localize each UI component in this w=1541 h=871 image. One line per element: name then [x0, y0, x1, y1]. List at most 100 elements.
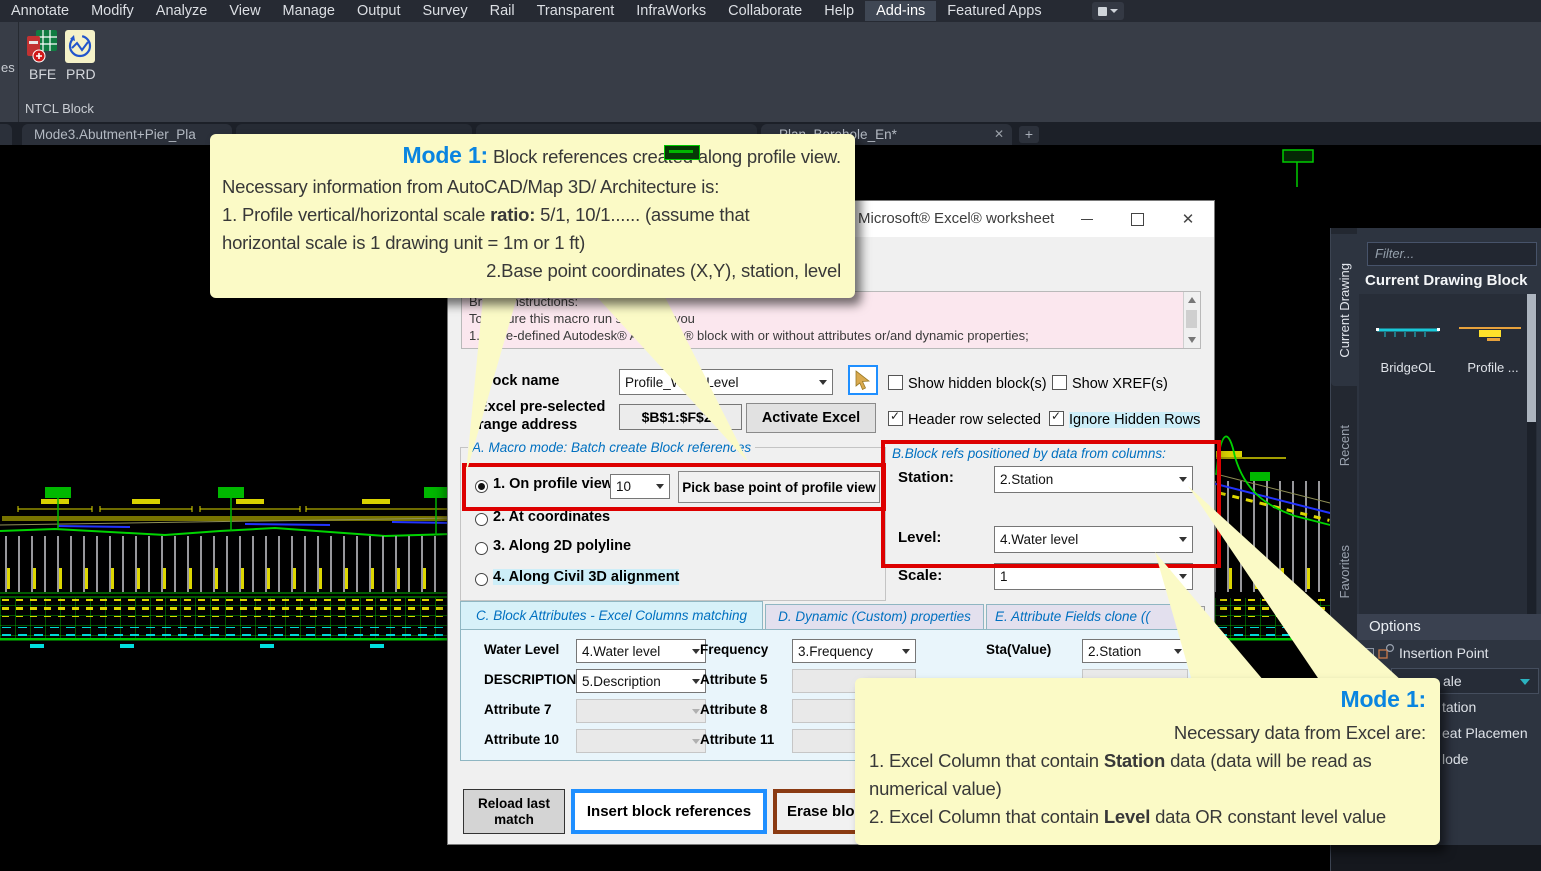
menu-bar: Annotate Modify Analyze View Manage Outp… [0, 0, 1541, 22]
attr-label: Attribute 5 [700, 672, 768, 687]
chevron-down-icon [692, 678, 700, 684]
menu-modify[interactable]: Modify [80, 1, 145, 21]
attr-label: Attribute 8 [700, 702, 768, 717]
ribbon-divider [18, 22, 19, 122]
menu-manage[interactable]: Manage [272, 1, 346, 21]
option-explode-fragment[interactable]: lode [1442, 751, 1468, 767]
tab-block-attributes[interactable]: C. Block Attributes - Excel Columns matc… [460, 601, 763, 630]
attr-label: Attribute 11 [700, 732, 775, 747]
prd-button-label[interactable]: PRD [66, 66, 96, 82]
insert-block-references-button[interactable]: Insert block references [571, 789, 767, 834]
bfe-excel-block-icon[interactable] [27, 30, 57, 63]
activate-excel-button[interactable]: Activate Excel [746, 403, 876, 433]
pick-block-on-screen-button[interactable] [848, 365, 878, 395]
radio-along-civil3d-alignment[interactable] [475, 573, 488, 586]
minimize-button[interactable] [1062, 201, 1112, 237]
close-button[interactable]: ✕ [1162, 201, 1214, 237]
instructions-scrollbar[interactable] [1183, 292, 1200, 348]
menu-analyze[interactable]: Analyze [145, 1, 219, 21]
vtab-favorites[interactable]: Favorites [1331, 520, 1357, 624]
callout-line: 1. Profile vertical/horizontal scale rat… [222, 204, 750, 225]
level-column-combo[interactable]: 4.Water level [994, 526, 1193, 553]
option-repeat-placement-fragment[interactable]: eat Placemen [1442, 725, 1528, 741]
block-name-label: Block name [478, 373, 560, 389]
tab-fragment[interactable] [0, 124, 12, 145]
tab-mode3-abutment[interactable]: Mode3.Abutment+Pier_Pla [22, 124, 232, 145]
cursor-arrow-icon [855, 370, 871, 390]
maximize-button[interactable] [1112, 201, 1162, 237]
vtab-current-drawing[interactable]: Current Drawing [1331, 234, 1357, 386]
tab-scroll-left-button[interactable] [1185, 606, 1205, 628]
insertion-point-checkbox[interactable] [1361, 648, 1374, 661]
block-gallery: BridgeOL Profile ... [1359, 294, 1537, 614]
menu-survey[interactable]: Survey [411, 1, 478, 21]
show-hidden-blocks-checkbox[interactable]: Show hidden block(s) [888, 373, 1047, 392]
attr-combo-empty[interactable] [576, 699, 706, 723]
menu-infraworks[interactable]: InfraWorks [625, 1, 717, 21]
chevron-down-icon [656, 484, 664, 489]
attr-combo-empty[interactable] [576, 729, 706, 753]
option-insertion-point[interactable]: Insertion Point [1399, 645, 1489, 661]
radio-at-coordinates[interactable] [475, 513, 488, 526]
callout-heading: Mode 1: [1340, 686, 1427, 712]
tab-attribute-fields-clone[interactable]: E. Attribute Fields clone (( [986, 604, 1182, 630]
show-xref-checkbox[interactable]: Show XREF(s) [1052, 373, 1168, 392]
instructions-box[interactable]: Briefly instructions: To ensure this mac… [461, 291, 1201, 349]
ignore-hidden-rows-checkbox[interactable]: Ignore Hidden Rows [1049, 409, 1201, 428]
attr-label: DESCRIPTION [484, 672, 577, 687]
menu-help[interactable]: Help [813, 1, 865, 21]
menu-featured-apps[interactable]: Featured Apps [936, 1, 1052, 21]
radio-on-profile-view[interactable] [475, 480, 488, 493]
prd-profile-icon[interactable] [65, 30, 95, 63]
callout-line: numerical value) [869, 778, 1002, 799]
tab-close-icon[interactable]: ✕ [994, 127, 1004, 141]
menu-transparent[interactable]: Transparent [526, 1, 626, 21]
bfe-button-label[interactable]: BFE [29, 66, 56, 82]
menu-annotate[interactable]: Annotate [0, 1, 80, 21]
tab-label: Mode3.Abutment+Pier_Pla [34, 127, 196, 142]
radio-along-civil3d-alignment-label[interactable]: 4. Along Civil 3D alignment [493, 569, 680, 585]
menu-add-ins[interactable]: Add-ins [865, 1, 937, 21]
block-name-combo[interactable]: Profile_WaterLevel [619, 369, 833, 395]
attr-combo-frequency[interactable]: 3.Frequency [792, 639, 916, 663]
radio-on-profile-view-label[interactable]: 1. On profile view [493, 476, 613, 492]
radio-along-2d-polyline[interactable] [475, 542, 488, 555]
pick-base-point-button[interactable]: Pick base point of profile view [678, 471, 880, 503]
callout-line: 2.Base point coordinates (X,Y), station,… [486, 260, 841, 281]
attr-combo-sta-value[interactable]: 2.Station [1082, 639, 1188, 663]
scale-ratio-combo[interactable]: 10 [610, 474, 670, 499]
filter-input[interactable]: Filter... [1367, 242, 1537, 266]
attr-combo-water-level[interactable]: 4.Water level [576, 639, 706, 663]
scale-value-combo[interactable]: 1 [994, 563, 1193, 590]
tab-dynamic-properties[interactable]: D. Dynamic (Custom) properties [765, 604, 984, 630]
header-row-checkbox[interactable]: Header row selected [888, 409, 1041, 428]
callout-line: horizontal scale is 1 drawing unit = 1m … [222, 232, 586, 253]
options-section-header[interactable]: Options [1357, 614, 1541, 640]
station-column-combo[interactable]: 2.Station [994, 466, 1193, 493]
menu-view[interactable]: View [218, 1, 271, 21]
menu-collaborate[interactable]: Collaborate [717, 1, 813, 21]
menu-output[interactable]: Output [346, 1, 412, 21]
menu-rail[interactable]: Rail [479, 1, 526, 21]
new-tab-button[interactable]: + [1019, 126, 1039, 143]
range-address-label2: range address [478, 417, 578, 433]
ribbon-group-label: NTCL Block [25, 101, 94, 116]
reload-last-match-button[interactable]: Reload last match [463, 789, 565, 834]
callout-mode1-bottom: Mode 1: Necessary data from Excel are: 1… [855, 678, 1440, 845]
callout-line: 2. Excel Column that contain Level data … [869, 806, 1387, 827]
radio-at-coordinates-label[interactable]: 2. At coordinates [493, 509, 610, 525]
scale-label: Scale: [898, 567, 943, 584]
callout-line: Necessary information from AutoCAD/Map 3… [222, 176, 720, 197]
menu-overflow-icon[interactable] [1092, 2, 1124, 20]
option-rotation-fragment[interactable]: tation [1442, 699, 1476, 715]
level-label: Level: [898, 529, 942, 546]
block-thumb-bridgeol[interactable] [1375, 304, 1441, 348]
block-thumb-profile[interactable] [1457, 304, 1523, 348]
vtab-recent[interactable]: Recent [1331, 398, 1357, 494]
radio-along-2d-polyline-label[interactable]: 3. Along 2D polyline [493, 538, 631, 554]
gallery-scrollbar[interactable] [1527, 294, 1536, 614]
attr-combo-description[interactable]: 5.Description [576, 669, 706, 693]
block-name-profile: Profile ... [1467, 360, 1519, 375]
attr-label: Attribute 7 [484, 702, 552, 717]
range-address-value[interactable]: $B$1:$F$27 [619, 404, 742, 430]
